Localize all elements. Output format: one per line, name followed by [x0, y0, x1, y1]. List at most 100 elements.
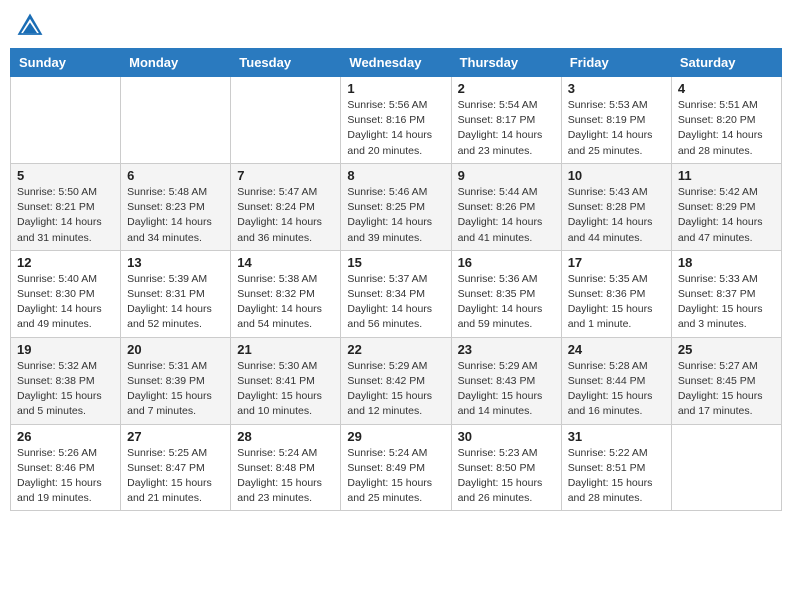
calendar-cell: 4 Sunrise: 5:51 AM Sunset: 8:20 PM Daylig… — [671, 77, 781, 164]
day-info: Sunrise: 5:31 AM Sunset: 8:39 PM Dayligh… — [127, 359, 224, 420]
day-number: 2 — [458, 81, 555, 96]
day-number: 11 — [678, 168, 775, 183]
day-info: Sunrise: 5:26 AM Sunset: 8:46 PM Dayligh… — [17, 446, 114, 507]
day-info: Sunrise: 5:39 AM Sunset: 8:31 PM Dayligh… — [127, 272, 224, 333]
day-number: 15 — [347, 255, 444, 270]
day-number: 30 — [458, 429, 555, 444]
day-number: 28 — [237, 429, 334, 444]
weekday-header-saturday: Saturday — [671, 49, 781, 77]
calendar-cell: 24Sunrise: 5:28 AM Sunset: 8:44 PM Dayli… — [561, 337, 671, 424]
day-number: 7 — [237, 168, 334, 183]
day-info: Sunrise: 5:23 AM Sunset: 8:50 PM Dayligh… — [458, 446, 555, 507]
day-info: Sunrise: 5:38 AM Sunset: 8:32 PM Dayligh… — [237, 272, 334, 333]
day-info: Sunrise: 5:22 AM Sunset: 8:51 PM Dayligh… — [568, 446, 665, 507]
calendar-cell: 6 Sunrise: 5:48 AM Sunset: 8:23 PM Daylig… — [121, 163, 231, 250]
calendar-table: SundayMondayTuesdayWednesdayThursdayFrid… — [10, 48, 782, 511]
page-header — [10, 10, 782, 42]
day-info: Sunrise: 5:44 AM Sunset: 8:26 PM Dayligh… — [458, 185, 555, 246]
day-info: Sunrise: 5:51 AM Sunset: 8:20 PM Dayligh… — [678, 98, 775, 159]
day-number: 9 — [458, 168, 555, 183]
day-number: 25 — [678, 342, 775, 357]
calendar-cell: 18 Sunrise: 5:33 AM Sunset: 8:37 PM Dayli… — [671, 250, 781, 337]
calendar-week-row: 12 Sunrise: 5:40 AM Sunset: 8:30 PM Dayli… — [11, 250, 782, 337]
day-number: 10 — [568, 168, 665, 183]
weekday-header-row: SundayMondayTuesdayWednesdayThursdayFrid… — [11, 49, 782, 77]
calendar-cell: 10Sunrise: 5:43 AM Sunset: 8:28 PM Dayli… — [561, 163, 671, 250]
calendar-cell: 15 Sunrise: 5:37 AM Sunset: 8:34 PM Dayli… — [341, 250, 451, 337]
day-info: Sunrise: 5:56 AM Sunset: 8:16 PM Dayligh… — [347, 98, 444, 159]
calendar-cell — [11, 77, 121, 164]
calendar-cell: 21 Sunrise: 5:30 AM Sunset: 8:41 PM Dayli… — [231, 337, 341, 424]
calendar-cell: 1 Sunrise: 5:56 AM Sunset: 8:16 PM Daylig… — [341, 77, 451, 164]
day-info: Sunrise: 5:40 AM Sunset: 8:30 PM Dayligh… — [17, 272, 114, 333]
calendar-cell: 19Sunrise: 5:32 AM Sunset: 8:38 PM Dayli… — [11, 337, 121, 424]
calendar-cell — [121, 77, 231, 164]
day-info: Sunrise: 5:50 AM Sunset: 8:21 PM Dayligh… — [17, 185, 114, 246]
calendar-cell: 5 Sunrise: 5:50 AM Sunset: 8:21 PM Daylig… — [11, 163, 121, 250]
calendar-cell: 12 Sunrise: 5:40 AM Sunset: 8:30 PM Dayli… — [11, 250, 121, 337]
calendar-cell: 22Sunrise: 5:29 AM Sunset: 8:42 PM Dayli… — [341, 337, 451, 424]
calendar-cell — [231, 77, 341, 164]
day-number: 8 — [347, 168, 444, 183]
day-number: 12 — [17, 255, 114, 270]
calendar-cell: 17 Sunrise: 5:35 AM Sunset: 8:36 PM Dayli… — [561, 250, 671, 337]
calendar-cell: 20 Sunrise: 5:31 AM Sunset: 8:39 PM Dayli… — [121, 337, 231, 424]
day-number: 1 — [347, 81, 444, 96]
day-number: 13 — [127, 255, 224, 270]
calendar-cell: 8 Sunrise: 5:46 AM Sunset: 8:25 PM Daylig… — [341, 163, 451, 250]
day-info: Sunrise: 5:33 AM Sunset: 8:37 PM Dayligh… — [678, 272, 775, 333]
day-info: Sunrise: 5:30 AM Sunset: 8:41 PM Dayligh… — [237, 359, 334, 420]
calendar-cell: 29 Sunrise: 5:24 AM Sunset: 8:49 PM Dayli… — [341, 424, 451, 511]
calendar-cell — [671, 424, 781, 511]
day-number: 31 — [568, 429, 665, 444]
calendar-cell: 13 Sunrise: 5:39 AM Sunset: 8:31 PM Dayli… — [121, 250, 231, 337]
calendar-cell: 9 Sunrise: 5:44 AM Sunset: 8:26 PM Daylig… — [451, 163, 561, 250]
calendar-cell: 2 Sunrise: 5:54 AM Sunset: 8:17 PM Daylig… — [451, 77, 561, 164]
day-info: Sunrise: 5:37 AM Sunset: 8:34 PM Dayligh… — [347, 272, 444, 333]
day-info: Sunrise: 5:48 AM Sunset: 8:23 PM Dayligh… — [127, 185, 224, 246]
weekday-header-thursday: Thursday — [451, 49, 561, 77]
day-number: 21 — [237, 342, 334, 357]
day-number: 4 — [678, 81, 775, 96]
weekday-header-sunday: Sunday — [11, 49, 121, 77]
calendar-cell: 28Sunrise: 5:24 AM Sunset: 8:48 PM Dayli… — [231, 424, 341, 511]
logo — [14, 10, 50, 42]
calendar-cell: 31 Sunrise: 5:22 AM Sunset: 8:51 PM Dayli… — [561, 424, 671, 511]
logo-icon — [14, 10, 46, 42]
day-info: Sunrise: 5:29 AM Sunset: 8:43 PM Dayligh… — [458, 359, 555, 420]
weekday-header-wednesday: Wednesday — [341, 49, 451, 77]
weekday-header-friday: Friday — [561, 49, 671, 77]
day-info: Sunrise: 5:47 AM Sunset: 8:24 PM Dayligh… — [237, 185, 334, 246]
calendar-cell: 7 Sunrise: 5:47 AM Sunset: 8:24 PM Daylig… — [231, 163, 341, 250]
day-number: 3 — [568, 81, 665, 96]
day-info: Sunrise: 5:28 AM Sunset: 8:44 PM Dayligh… — [568, 359, 665, 420]
day-info: Sunrise: 5:24 AM Sunset: 8:49 PM Dayligh… — [347, 446, 444, 507]
day-info: Sunrise: 5:25 AM Sunset: 8:47 PM Dayligh… — [127, 446, 224, 507]
day-number: 29 — [347, 429, 444, 444]
calendar-week-row: 19Sunrise: 5:32 AM Sunset: 8:38 PM Dayli… — [11, 337, 782, 424]
calendar-cell: 27Sunrise: 5:25 AM Sunset: 8:47 PM Dayli… — [121, 424, 231, 511]
calendar-week-row: 1 Sunrise: 5:56 AM Sunset: 8:16 PM Daylig… — [11, 77, 782, 164]
calendar-cell: 25 Sunrise: 5:27 AM Sunset: 8:45 PM Dayli… — [671, 337, 781, 424]
day-info: Sunrise: 5:42 AM Sunset: 8:29 PM Dayligh… — [678, 185, 775, 246]
calendar-cell: 30 Sunrise: 5:23 AM Sunset: 8:50 PM Dayli… — [451, 424, 561, 511]
day-info: Sunrise: 5:36 AM Sunset: 8:35 PM Dayligh… — [458, 272, 555, 333]
day-number: 26 — [17, 429, 114, 444]
day-number: 20 — [127, 342, 224, 357]
day-info: Sunrise: 5:53 AM Sunset: 8:19 PM Dayligh… — [568, 98, 665, 159]
day-number: 6 — [127, 168, 224, 183]
day-number: 18 — [678, 255, 775, 270]
day-number: 23 — [458, 342, 555, 357]
calendar-cell: 14 Sunrise: 5:38 AM Sunset: 8:32 PM Dayli… — [231, 250, 341, 337]
day-number: 17 — [568, 255, 665, 270]
day-number: 5 — [17, 168, 114, 183]
day-info: Sunrise: 5:46 AM Sunset: 8:25 PM Dayligh… — [347, 185, 444, 246]
day-info: Sunrise: 5:27 AM Sunset: 8:45 PM Dayligh… — [678, 359, 775, 420]
calendar-cell: 23 Sunrise: 5:29 AM Sunset: 8:43 PM Dayli… — [451, 337, 561, 424]
calendar-cell: 11 Sunrise: 5:42 AM Sunset: 8:29 PM Dayli… — [671, 163, 781, 250]
calendar-cell: 16Sunrise: 5:36 AM Sunset: 8:35 PM Dayli… — [451, 250, 561, 337]
calendar-cell: 26 Sunrise: 5:26 AM Sunset: 8:46 PM Dayli… — [11, 424, 121, 511]
day-info: Sunrise: 5:35 AM Sunset: 8:36 PM Dayligh… — [568, 272, 665, 333]
day-number: 14 — [237, 255, 334, 270]
day-info: Sunrise: 5:54 AM Sunset: 8:17 PM Dayligh… — [458, 98, 555, 159]
